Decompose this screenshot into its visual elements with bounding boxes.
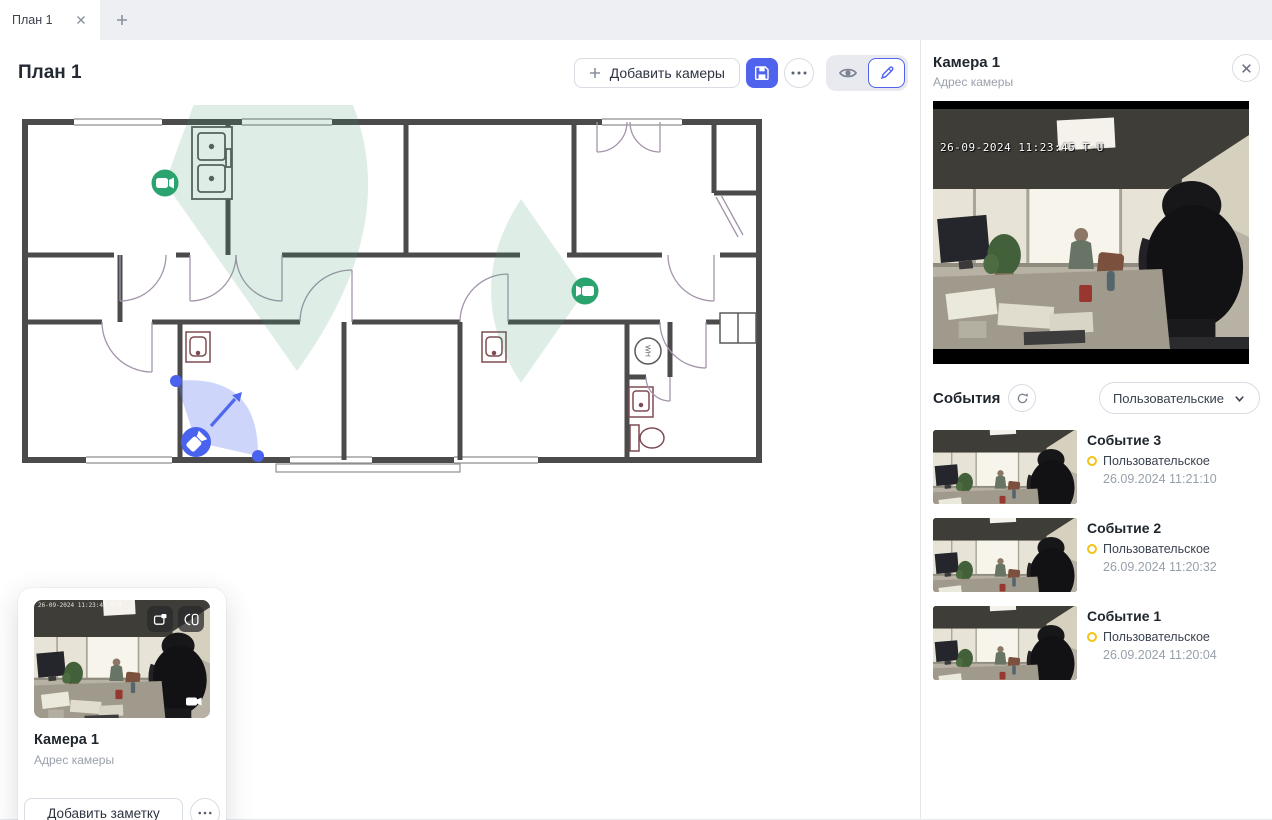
event-type-icon [1087,544,1097,554]
preview-timestamp: 26-09-2024 11:23:45 T-U [940,141,1104,154]
ellipsis-icon [198,811,212,815]
floppy-disk-icon [752,63,772,83]
eye-icon [838,63,858,83]
camera-popup-card: 26-09-2024 11:23:45 T-U [18,588,226,820]
popup-camera-address: Адрес камеры [34,753,220,767]
event-type-icon [1087,456,1097,466]
event-type-label: Пользовательское [1103,630,1210,644]
event-thumbnail[interactable] [933,518,1077,592]
tab-bar: План 1 [0,0,1272,40]
mode-toggle [826,55,908,91]
event-type-label: Пользовательское [1103,542,1210,556]
panel-camera-title: Камера 1 [933,54,1013,71]
camera-live-preview: 26-09-2024 11:23:45 T-U [933,101,1249,364]
plus-icon [589,67,601,79]
event-row[interactable]: Событие 2 Пользовательское 26.09.2024 11… [933,518,1260,592]
add-tab-button[interactable] [100,0,144,40]
event-title: Событие 1 [1087,608,1217,624]
page-title: План 1 [18,62,82,84]
event-filter-dropdown[interactable]: Пользовательские [1099,382,1260,414]
app-window: План 1 План 1 Добавить камеры [0,0,1272,820]
tab-label: План 1 [12,13,72,27]
event-row[interactable]: Событие 1 Пользовательское 26.09.2024 11… [933,606,1260,680]
ellipsis-icon [791,71,807,75]
split-view-button[interactable] [178,606,204,632]
event-row[interactable]: Событие 3 Пользовательское 26.09.2024 11… [933,430,1260,504]
cone-handle-right[interactable] [252,450,264,462]
camera-popup-thumbnail[interactable]: 26-09-2024 11:23:45 T-U [34,600,210,718]
refresh-icon [1015,391,1030,406]
add-cameras-label: Добавить камеры [610,65,725,81]
compare-view-icon [183,611,200,628]
refresh-events-button[interactable] [1008,384,1036,412]
popup-more-button[interactable] [190,798,220,820]
camera-marker-green-1[interactable] [152,170,179,197]
add-note-button[interactable]: Добавить заметку [24,798,183,820]
event-snapshot [933,606,1077,680]
chevron-down-icon [1233,392,1246,405]
edit-mode-button[interactable] [868,58,905,88]
camera-cone-green-1 [165,105,368,371]
add-cameras-button[interactable]: Добавить камеры [574,58,740,88]
event-type-icon [1087,632,1097,642]
event-snapshot [933,518,1077,592]
tab-close-button[interactable] [72,11,90,29]
tab-plan-1[interactable]: План 1 [0,0,100,40]
close-icon [1241,63,1252,74]
popup-camera-title: Камера 1 [34,732,220,748]
popup-timestamp: 26-09-2024 11:23:45 T-U [38,602,121,609]
events-list: Событие 3 Пользовательское 26.09.2024 11… [921,414,1272,680]
add-note-label: Добавить заметку [47,806,159,820]
event-filter-value: Пользовательские [1113,391,1224,406]
pencil-icon [878,64,896,82]
event-thumbnail[interactable] [933,606,1077,680]
view-mode-button[interactable] [829,58,866,88]
panel-close-button[interactable] [1232,54,1260,82]
event-type-label: Пользовательское [1103,454,1210,468]
event-timestamp: 26.09.2024 11:21:10 [1087,472,1217,486]
event-thumbnail[interactable] [933,430,1077,504]
close-icon [76,15,86,25]
events-title: События [933,390,1000,407]
picture-in-picture-icon [152,611,169,628]
panel-camera-address: Адрес камеры [933,75,1013,89]
event-title: Событие 3 [1087,432,1217,448]
floor-plan: WH [14,105,768,477]
cone-handle-left[interactable] [170,375,182,387]
camera-side-panel: Камера 1 Адрес камеры 26-09-2024 11:23:4… [920,40,1272,819]
event-title: Событие 2 [1087,520,1217,536]
save-button[interactable] [746,58,778,88]
event-snapshot [933,430,1077,504]
open-in-window-button[interactable] [147,606,173,632]
event-timestamp: 26.09.2024 11:20:32 [1087,560,1217,574]
video-camera-icon [186,693,202,711]
camera-marker-selected[interactable] [181,427,211,457]
plus-icon [116,14,128,26]
event-timestamp: 26.09.2024 11:20:04 [1087,648,1217,662]
camera-marker-green-2[interactable] [572,278,599,305]
plan-editor: План 1 Добавить камеры [0,40,920,819]
water-heater-label: WH [644,345,651,357]
plan-more-button[interactable] [784,58,814,88]
